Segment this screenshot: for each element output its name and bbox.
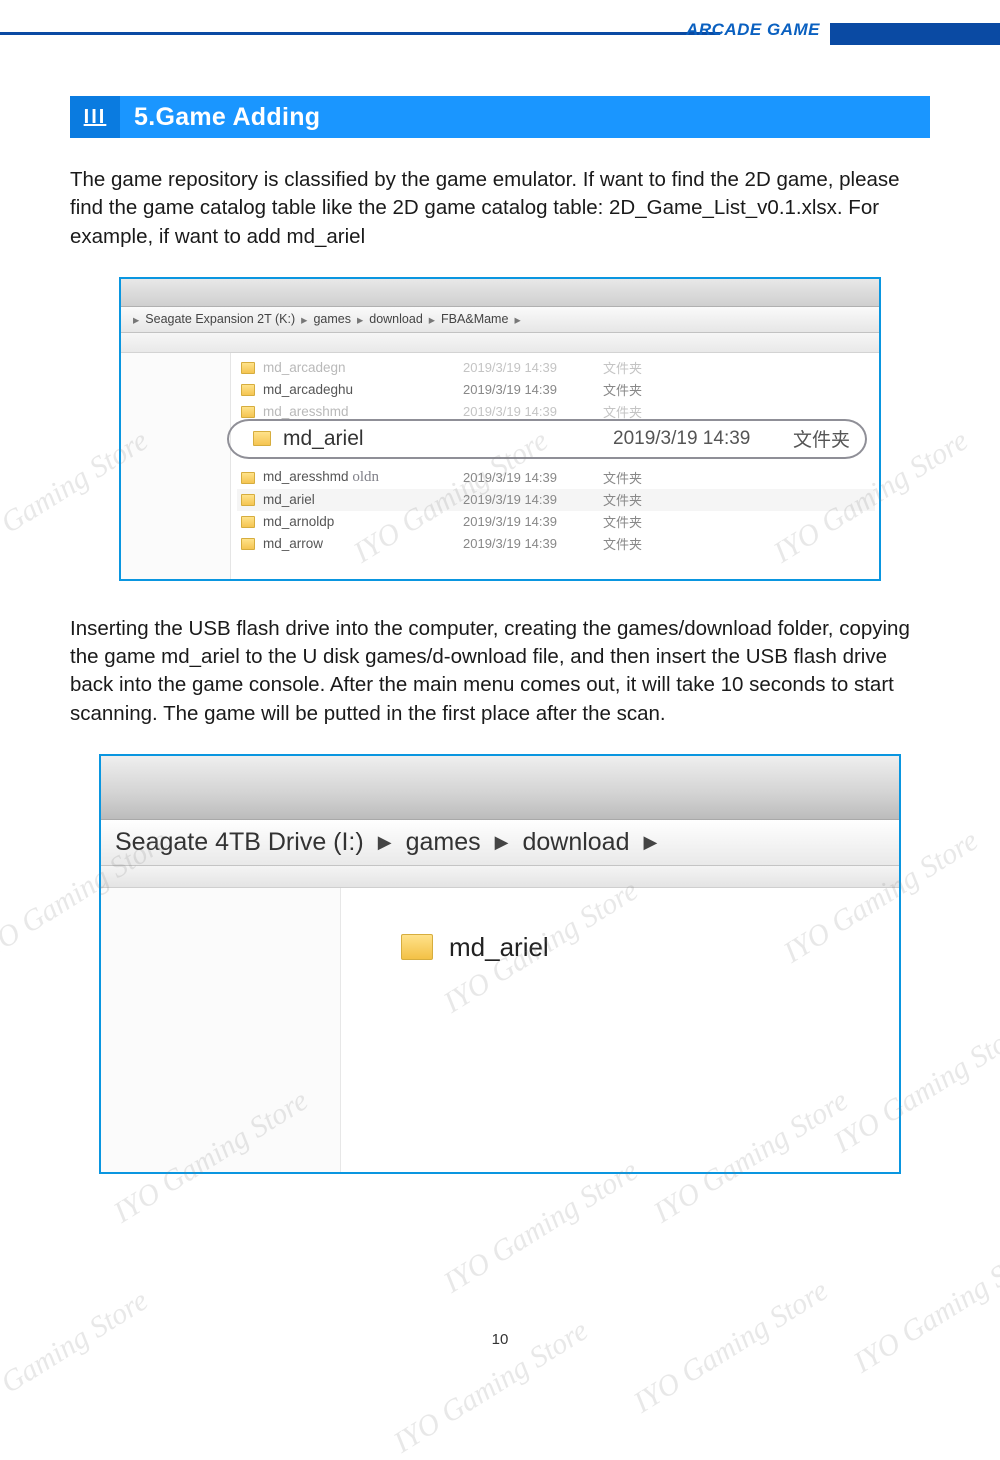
file-row: md_arnoldp 2019/3/19 14:39 文件夹 bbox=[237, 511, 875, 533]
file-type: 文件夹 bbox=[603, 490, 642, 509]
explorer-body: md_ariel bbox=[101, 888, 899, 1174]
file-row: md_aresshmd 2019/3/19 14:39 文件夹 bbox=[237, 401, 875, 423]
header-label: ARCADE GAME bbox=[686, 20, 820, 40]
section-title: 5.Game Adding bbox=[120, 96, 930, 138]
file-date: 2019/3/19 14:39 bbox=[463, 382, 603, 397]
nav-pane bbox=[121, 353, 231, 581]
chevron-right-icon: ▸ bbox=[514, 312, 520, 327]
folder-icon bbox=[401, 934, 433, 960]
folder-icon bbox=[241, 362, 255, 374]
breadcrumb-item: games bbox=[406, 828, 481, 857]
watermark: IYO Gaming Store bbox=[848, 1234, 1000, 1381]
breadcrumb-item: games bbox=[313, 312, 351, 326]
file-date: 2019/3/19 14:39 bbox=[463, 360, 603, 375]
file-row: md_ariel 2019/3/19 14:39 文件夹 bbox=[237, 489, 875, 511]
page-number: 10 bbox=[0, 1331, 1000, 1348]
file-name: md_arcadeghu bbox=[263, 382, 463, 397]
highlighted-file-row: md_ariel 2019/3/19 14:39 文件夹 bbox=[253, 425, 858, 453]
chevron-right-icon: ▸ bbox=[301, 312, 307, 327]
folder-icon bbox=[241, 494, 255, 506]
explorer-toolbar bbox=[121, 333, 879, 353]
file-type: 文件夹 bbox=[793, 425, 850, 452]
folder-icon bbox=[241, 406, 255, 418]
breadcrumb-bar: ▸ Seagate Expansion 2T (K:) ▸ games ▸ do… bbox=[121, 307, 879, 333]
explorer-toolbar bbox=[101, 866, 899, 888]
header-accent bbox=[830, 23, 1000, 45]
file-date: 2019/3/19 14:39 bbox=[613, 428, 793, 450]
page-header: ARCADE GAME bbox=[0, 10, 1000, 46]
nav-pane bbox=[101, 888, 341, 1174]
file-name: md_ariel bbox=[263, 492, 463, 507]
chevron-right-icon: ▸ bbox=[133, 312, 139, 327]
watermark: IYO Gaming Store bbox=[438, 1154, 644, 1301]
file-name: md_ariel bbox=[449, 932, 549, 963]
folder-icon bbox=[241, 538, 255, 550]
handwritten-note: oldn bbox=[352, 469, 379, 485]
paragraph-1: The game repository is classified by the… bbox=[70, 166, 930, 251]
header-rule bbox=[0, 32, 720, 35]
section-icon: III bbox=[70, 96, 120, 138]
file-date: 2019/3/19 14:39 bbox=[463, 404, 603, 419]
explorer-body: md_arcadegn 2019/3/19 14:39 文件夹 md_arcad… bbox=[121, 353, 879, 581]
screenshot-explorer-2: Seagate 4TB Drive (I:) ▶ games ▶ downloa… bbox=[99, 754, 901, 1174]
file-type: 文件夹 bbox=[603, 468, 642, 487]
watermark: IYO Gaming Store bbox=[0, 1284, 154, 1431]
window-titlebar bbox=[101, 756, 899, 820]
file-type: 文件夹 bbox=[603, 534, 642, 553]
breadcrumb-item: download bbox=[522, 828, 629, 857]
breadcrumb-bar: Seagate 4TB Drive (I:) ▶ games ▶ downloa… bbox=[101, 820, 899, 866]
breadcrumb-item: download bbox=[369, 312, 423, 326]
file-row: md_arcadegn 2019/3/19 14:39 文件夹 bbox=[237, 357, 875, 379]
screenshot-explorer-1: ▸ Seagate Expansion 2T (K:) ▸ games ▸ do… bbox=[119, 277, 881, 581]
file-row: md_aresshmd oldn 2019/3/19 14:39 文件夹 bbox=[237, 467, 875, 489]
file-date: 2019/3/19 14:39 bbox=[463, 492, 603, 507]
file-name: md_aresshmd oldn bbox=[263, 469, 463, 486]
paragraph-2: Inserting the USB flash drive into the c… bbox=[70, 615, 930, 728]
window-titlebar bbox=[121, 279, 879, 307]
file-date: 2019/3/19 14:39 bbox=[463, 514, 603, 529]
file-date: 2019/3/19 14:39 bbox=[463, 536, 603, 551]
folder-icon bbox=[241, 472, 255, 484]
breadcrumb-item: FBA&Mame bbox=[441, 312, 508, 326]
breadcrumb-item: Seagate 4TB Drive (I:) bbox=[115, 828, 364, 857]
file-name: md_arrow bbox=[263, 536, 463, 551]
folder-icon bbox=[241, 384, 255, 396]
file-list: md_arcadegn 2019/3/19 14:39 文件夹 md_arcad… bbox=[237, 357, 875, 555]
breadcrumb-item: Seagate Expansion 2T (K:) bbox=[145, 312, 295, 326]
file-name: md_arcadegn bbox=[263, 360, 463, 375]
section-heading: III 5.Game Adding bbox=[70, 96, 930, 138]
file-name: md_arnoldp bbox=[263, 514, 463, 529]
chevron-right-icon: ▶ bbox=[495, 832, 509, 853]
chevron-right-icon: ▶ bbox=[643, 832, 657, 853]
folder-icon bbox=[253, 431, 271, 446]
folder-icon bbox=[241, 516, 255, 528]
file-name: md_ariel bbox=[283, 427, 613, 451]
file-row: md_ariel bbox=[401, 932, 549, 963]
chevron-right-icon: ▸ bbox=[429, 312, 435, 327]
file-type: 文件夹 bbox=[603, 402, 642, 421]
file-type: 文件夹 bbox=[603, 380, 642, 399]
file-type: 文件夹 bbox=[603, 358, 642, 377]
chevron-right-icon: ▸ bbox=[357, 312, 363, 327]
file-date: 2019/3/19 14:39 bbox=[463, 470, 603, 485]
file-row: md_arrow 2019/3/19 14:39 文件夹 bbox=[237, 533, 875, 555]
file-row: md_arcadeghu 2019/3/19 14:39 文件夹 bbox=[237, 379, 875, 401]
file-type: 文件夹 bbox=[603, 512, 642, 531]
chevron-right-icon: ▶ bbox=[378, 832, 392, 853]
file-name: md_aresshmd bbox=[263, 404, 463, 419]
